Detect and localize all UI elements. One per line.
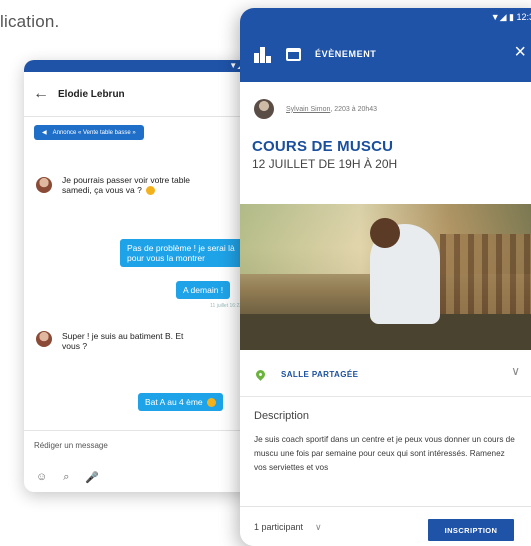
event-status-bar: ▼◢ ▮ 12:3 xyxy=(240,8,531,26)
calendar-icon[interactable] xyxy=(286,47,301,61)
message-input[interactable]: Rédiger un message xyxy=(24,431,260,463)
emoji-icon xyxy=(206,398,216,408)
chat-messages: ◀ Annonce « Vente table basse » Je pourr… xyxy=(24,117,260,431)
building-icon[interactable] xyxy=(254,45,272,63)
chat-phone-screen: ▼◢ ▮ ← Elodie Lebrun ◀ Annonce « Vente t… xyxy=(24,60,260,492)
avatar[interactable] xyxy=(36,177,52,193)
chat-contact-name: Elodie Lebrun xyxy=(58,88,125,100)
attachment-icon[interactable]: ⌕ xyxy=(63,471,69,484)
megaphone-icon: ◀ xyxy=(42,130,47,136)
event-footer: 1 participant ∨ INSCRIPTION xyxy=(240,506,531,546)
chevron-down-icon[interactable]: ∨ xyxy=(511,364,520,378)
message-text: Bat A au 4 ème xyxy=(145,397,203,407)
chat-header: ← Elodie Lebrun xyxy=(24,72,260,117)
event-title: COURS DE MUSCU xyxy=(252,138,394,155)
register-button[interactable]: INSCRIPTION xyxy=(428,519,514,541)
event-location: SALLE PARTAGÉE xyxy=(281,369,359,379)
emoji-picker-icon[interactable]: ☺ xyxy=(36,471,47,484)
event-photo xyxy=(240,204,531,350)
chat-message-outgoing: Bat A au 4 ème xyxy=(138,393,223,412)
chat-message-incoming: Je pourrais passer voir votre table same… xyxy=(62,175,192,196)
author-name-link[interactable]: Sylvain Simon xyxy=(286,106,330,113)
event-author: Sylvain Simon, 2203 à 20h43 xyxy=(240,82,531,120)
compose-toolbar: ☺ ⌕ 🎤 xyxy=(24,463,260,492)
event-location-row[interactable]: SALLE PARTAGÉE ∨ xyxy=(240,352,531,397)
event-date: 12 JUILLET DE 19H À 20H xyxy=(252,157,398,171)
compose-area: Rédiger un message ☺ ⌕ 🎤 xyxy=(24,430,260,492)
event-header-title: ÉVÈNEMENT xyxy=(315,49,377,59)
location-pin-icon xyxy=(254,367,267,381)
description-title: Description xyxy=(254,410,310,422)
chat-message-outgoing: A demain ! xyxy=(176,281,231,299)
annonce-chip-label: Annonce « Vente table basse » xyxy=(52,129,136,136)
annonce-chip[interactable]: ◀ Annonce « Vente table basse » xyxy=(34,125,144,140)
avatar[interactable] xyxy=(36,331,52,347)
participants-count[interactable]: 1 participant xyxy=(254,522,303,532)
event-phone-screen: ▼◢ ▮ 12:3 ÉVÈNEMENT × Sylvain Simon, 220… xyxy=(240,8,531,546)
avatar[interactable] xyxy=(254,99,274,119)
back-arrow-icon[interactable]: ← xyxy=(24,85,58,103)
chevron-down-icon[interactable]: ∨ xyxy=(315,522,322,533)
chat-message-outgoing: Pas de problème ! je serai là pour vous … xyxy=(120,239,260,267)
message-text: Je pourrais passer voir votre table same… xyxy=(62,175,191,195)
microphone-icon[interactable]: 🎤 xyxy=(85,471,99,484)
message-timestamp: 11 juillet 16:23 xyxy=(210,303,242,309)
emoji-icon xyxy=(145,186,155,196)
author-meta: , 2203 à 20h43 xyxy=(330,105,378,113)
event-top-bar: ÉVÈNEMENT × xyxy=(240,26,531,82)
event-description: Je suis coach sportif dans un centre et … xyxy=(254,435,515,472)
chat-message-incoming: Super ! je suis au batiment B. Et vous ? xyxy=(62,331,184,351)
chat-status-bar: ▼◢ ▮ xyxy=(24,60,260,72)
page-caption: lication. xyxy=(0,12,60,31)
close-icon[interactable]: × xyxy=(514,42,526,62)
author-line: Sylvain Simon, 2203 à 20h43 xyxy=(286,106,377,113)
